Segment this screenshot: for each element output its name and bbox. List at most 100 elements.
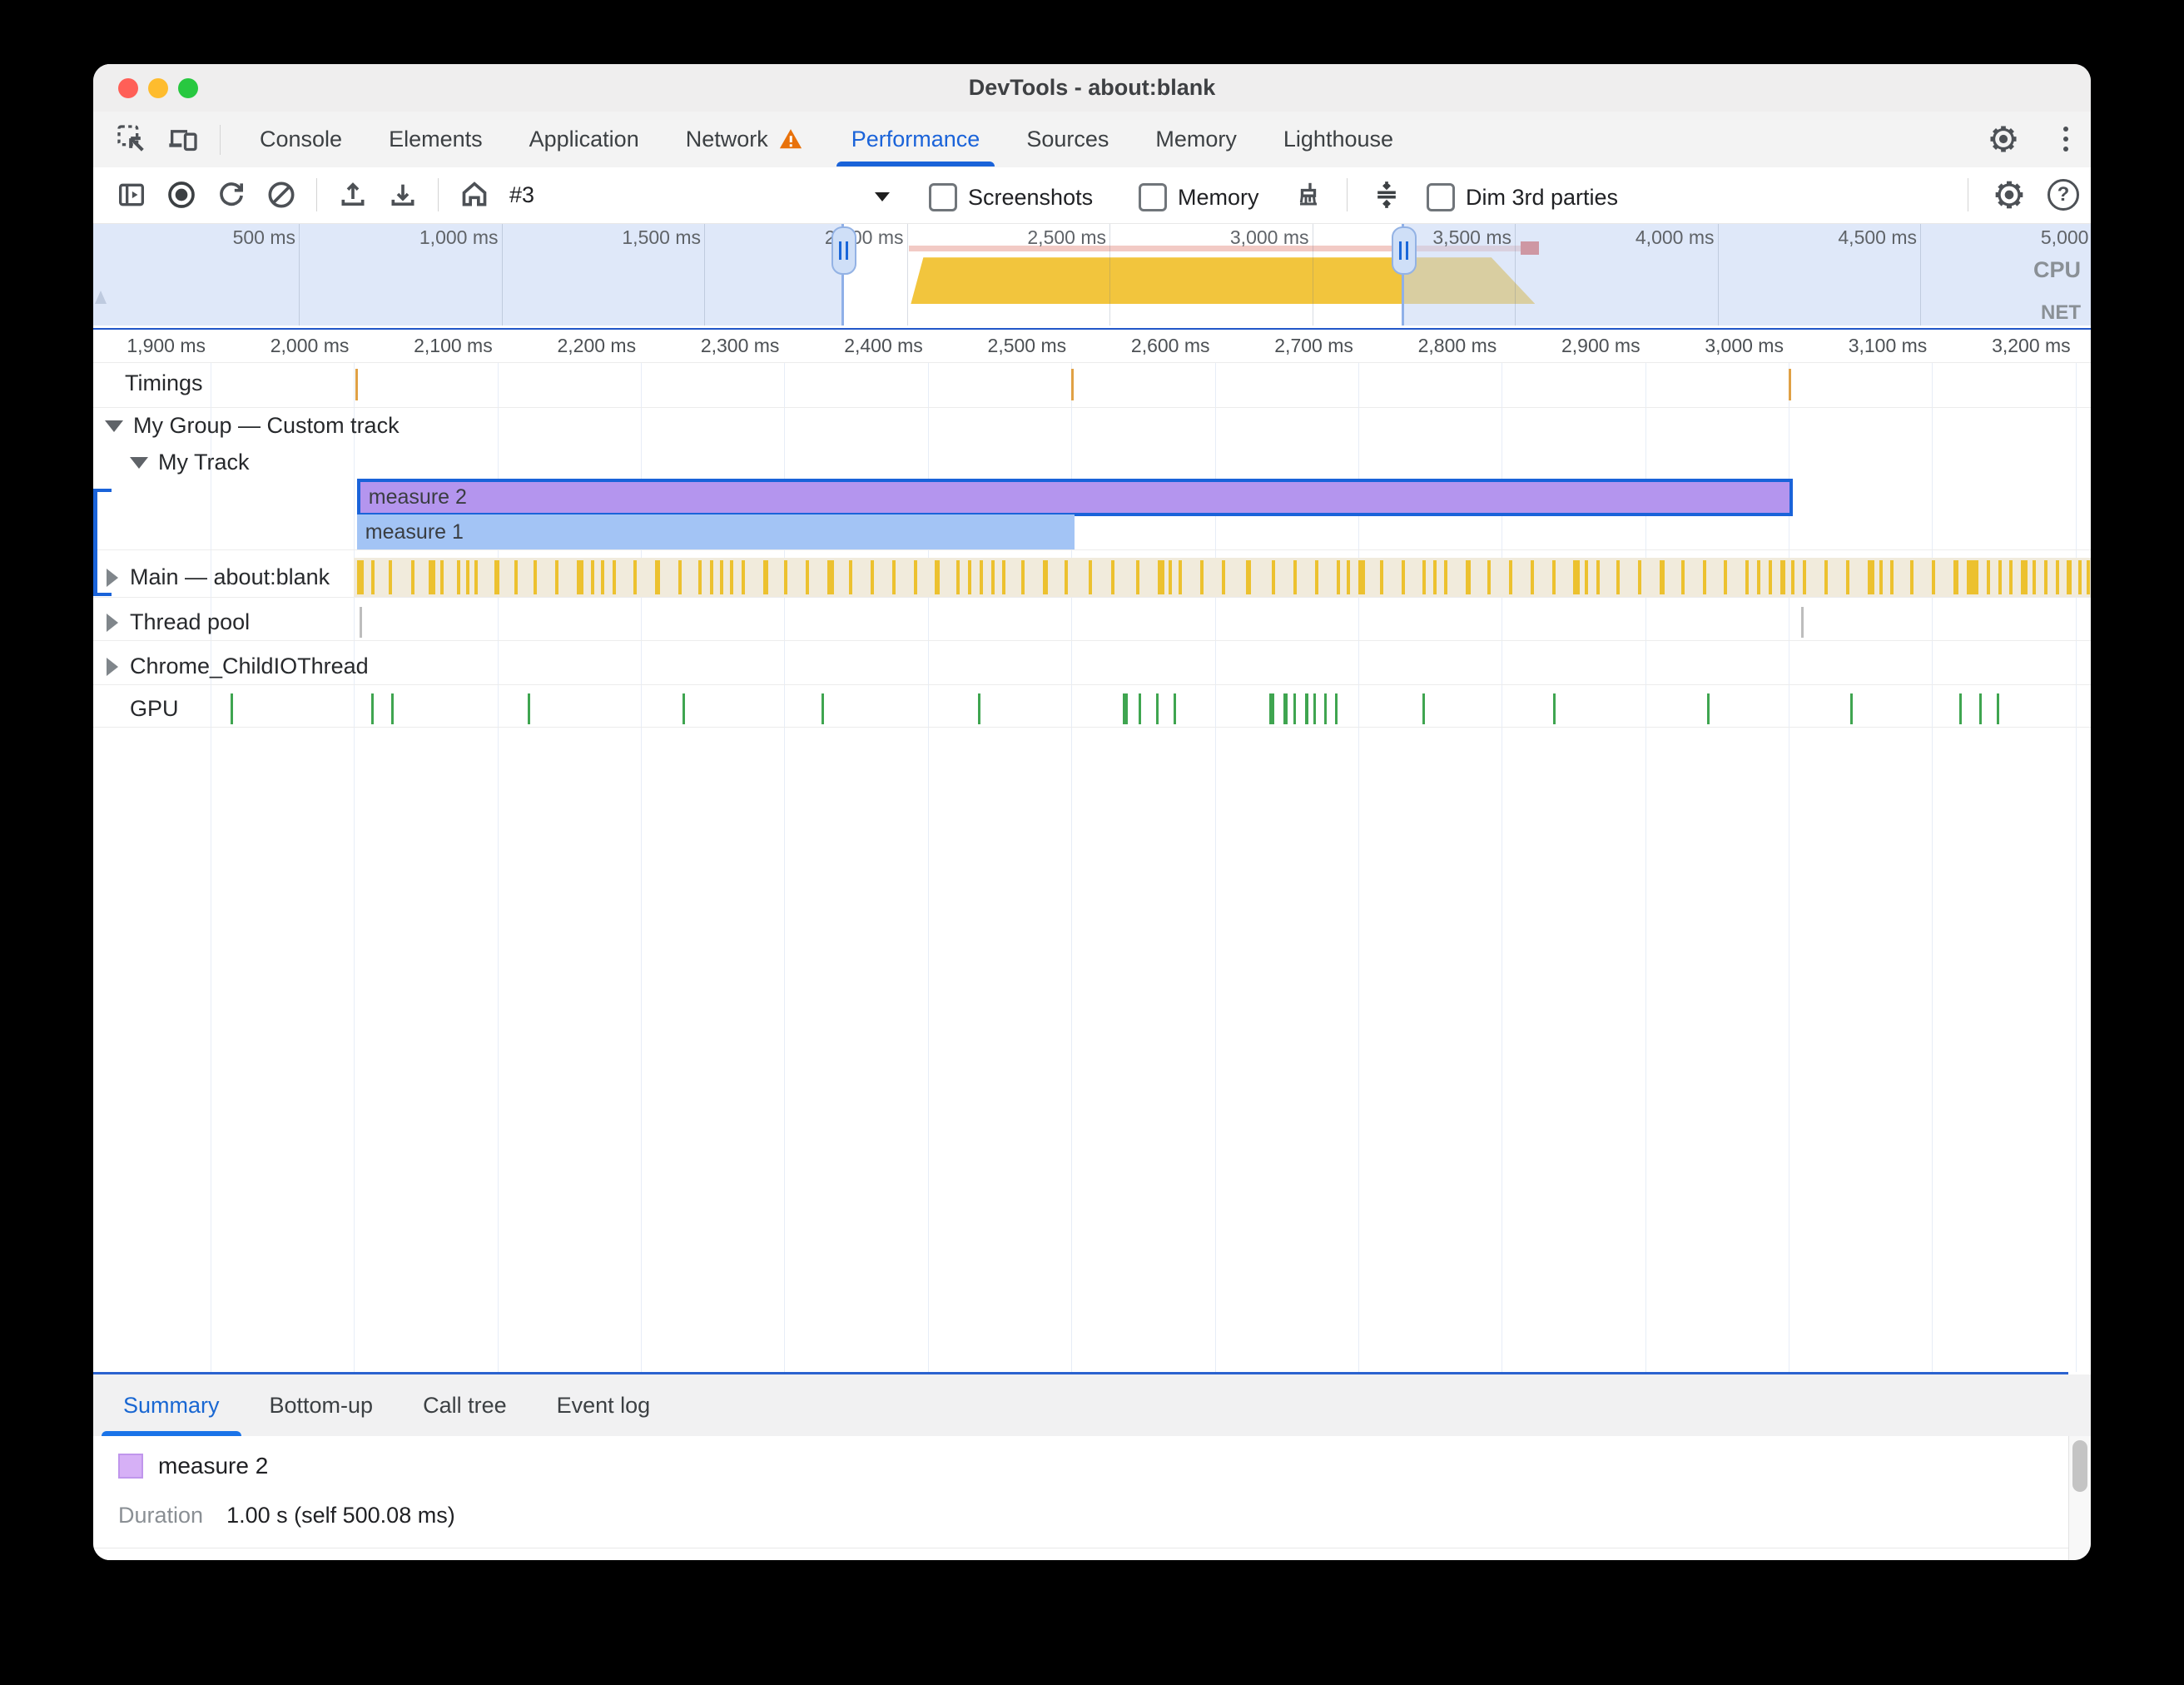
toolbar-separator (438, 178, 439, 211)
timeline-ruler-label: 2,400 ms (844, 335, 923, 356)
devtools-window: DevTools - about:blank Console Elements Ap… (93, 64, 2091, 1560)
selection-handle-left[interactable] (831, 226, 856, 275)
bottom-tab-summary[interactable]: Summary (98, 1374, 245, 1436)
performance-toolbar: #3 Screenshots Memory Dim 3rd parties ? (93, 167, 2091, 223)
main-activity-tick (1803, 560, 1807, 594)
summary-pane: measure 2 Duration 1.00 s (self 500.08 m… (93, 1436, 2068, 1560)
main-activity-tick (1890, 560, 1894, 594)
home-icon[interactable] (458, 178, 491, 211)
track-main-header[interactable]: Main — about:blank (107, 564, 330, 590)
main-activity-tick (2009, 560, 2013, 594)
main-activity-tick (1422, 560, 1427, 594)
measure-color-swatch (118, 1454, 143, 1479)
tab-memory[interactable]: Memory (1132, 112, 1260, 167)
main-activity-tick (1791, 560, 1795, 594)
measure-bar-measure-2[interactable]: measure 2 (356, 479, 1794, 516)
settings-gear-icon[interactable] (1988, 123, 2021, 157)
tab-console[interactable]: Console (236, 112, 365, 167)
tab-sources[interactable]: Sources (1003, 112, 1132, 167)
track-thread-pool[interactable]: Thread pool (93, 604, 2091, 641)
overview-gridline (1920, 224, 1921, 326)
track-timings[interactable]: Timings (93, 362, 2091, 408)
main-activity-tick (1315, 560, 1319, 594)
kebab-menu-icon[interactable] (2051, 124, 2081, 154)
device-toolbar-icon[interactable] (166, 122, 200, 156)
timeline-ruler-label: 2,200 ms (557, 335, 637, 356)
track-main-thread[interactable]: Main — about:blank (93, 558, 2091, 598)
track-childio-header[interactable]: Chrome_ChildIOThread (107, 654, 369, 679)
triangle-down-icon[interactable] (105, 420, 123, 432)
selected-track-bracket (93, 489, 112, 596)
panel-left-icon[interactable] (115, 178, 148, 211)
timing-mark[interactable] (1071, 369, 1075, 400)
triangle-down-icon[interactable] (130, 456, 148, 469)
tab-label: Network (685, 126, 768, 152)
overview-ruler-label: 1,000 ms (419, 226, 499, 248)
timeline-ruler-label: 2,600 ms (1130, 335, 1210, 356)
scrollbar-thumb[interactable] (2072, 1440, 2087, 1492)
track-childio[interactable]: Chrome_ChildIOThread (93, 649, 2091, 685)
gpu-activity-tick (1706, 693, 1710, 724)
help-icon[interactable]: ? (2048, 179, 2079, 211)
tab-elements[interactable]: Elements (365, 112, 506, 167)
track-mytrack-label: My Track (158, 450, 250, 475)
main-activity-tick (612, 560, 616, 594)
gpu-activity-tick (978, 693, 981, 724)
history-select[interactable]: #3 (509, 174, 896, 216)
memory-checkbox[interactable]: Memory (1139, 183, 1259, 211)
scrollbar-track[interactable] (2068, 1436, 2091, 1560)
main-activity-tick (388, 560, 392, 594)
main-activity-tick (1064, 560, 1068, 594)
panel-tabs: Console Elements Application Network Perform… (236, 112, 1417, 167)
capture-settings-gear-icon[interactable] (1993, 178, 2026, 211)
timing-mark[interactable] (355, 369, 359, 400)
track-threadpool-header[interactable]: Thread pool (107, 609, 250, 635)
overview-gridline (1717, 224, 1719, 326)
gpu-activity-tick (1996, 693, 1999, 724)
main-activity-tick (979, 560, 983, 594)
track-mytrack-header[interactable]: My Track (130, 450, 250, 475)
main-activity-tick (428, 560, 435, 594)
main-activity-tick (1616, 560, 1621, 594)
bottom-tab-event-log[interactable]: Event log (532, 1374, 676, 1436)
record-icon[interactable] (165, 178, 198, 211)
timeline-ruler-label: 2,900 ms (1561, 335, 1640, 356)
download-icon[interactable] (386, 178, 419, 211)
measure-label: measure 2 (368, 485, 467, 509)
overview-gridline (501, 224, 503, 326)
history-select-value: #3 (509, 181, 535, 207)
selection-handle-right[interactable] (1391, 226, 1417, 275)
timeline-overview[interactable]: 500 ms 1,000 ms 1,500 ms 2,000 ms 2,500 ms 3,… (93, 223, 2091, 331)
measure-bar-measure-1[interactable]: measure 1 (356, 514, 1075, 549)
bottom-tab-call-tree[interactable]: Call tree (398, 1374, 532, 1436)
bottom-pane-divider[interactable] (93, 1372, 2068, 1374)
track-gpu[interactable]: GPU (93, 691, 2091, 728)
bottom-tab-bottom-up[interactable]: Bottom-up (245, 1374, 399, 1436)
timeline-ruler-label: 2,300 ms (700, 335, 780, 356)
tab-lighthouse[interactable]: Lighthouse (1260, 112, 1417, 167)
main-activity-tick (698, 560, 702, 594)
screenshots-checkbox[interactable]: Screenshots (929, 183, 1093, 211)
tab-network[interactable]: Network (663, 112, 828, 167)
inspect-icon[interactable] (115, 122, 148, 156)
triangle-right-icon[interactable] (107, 613, 118, 632)
overview-gridline (299, 224, 300, 326)
timeline-ruler-label: 2,800 ms (1417, 335, 1497, 356)
triangle-right-icon[interactable] (107, 568, 118, 587)
main-activity-tick (474, 560, 479, 594)
timeline-ruler-label: 2,100 ms (414, 335, 493, 356)
clear-icon[interactable] (265, 178, 298, 211)
gpu-activity-tick (1305, 693, 1309, 724)
tab-performance[interactable]: Performance (828, 112, 1004, 167)
track-group-header[interactable]: My Group — Custom track (105, 413, 400, 439)
main-activity-tick (1585, 560, 1589, 594)
timing-mark[interactable] (1788, 369, 1791, 400)
tab-application[interactable]: Application (506, 112, 663, 167)
triangle-right-icon[interactable] (107, 657, 118, 676)
collapse-icon[interactable] (1370, 178, 1403, 211)
gc-broom-icon[interactable] (1292, 178, 1325, 211)
dim-3rd-parties-checkbox[interactable]: Dim 3rd parties (1427, 183, 1618, 211)
upload-icon[interactable] (336, 178, 370, 211)
reload-icon[interactable] (215, 178, 248, 211)
toolbar-separator (316, 178, 317, 211)
